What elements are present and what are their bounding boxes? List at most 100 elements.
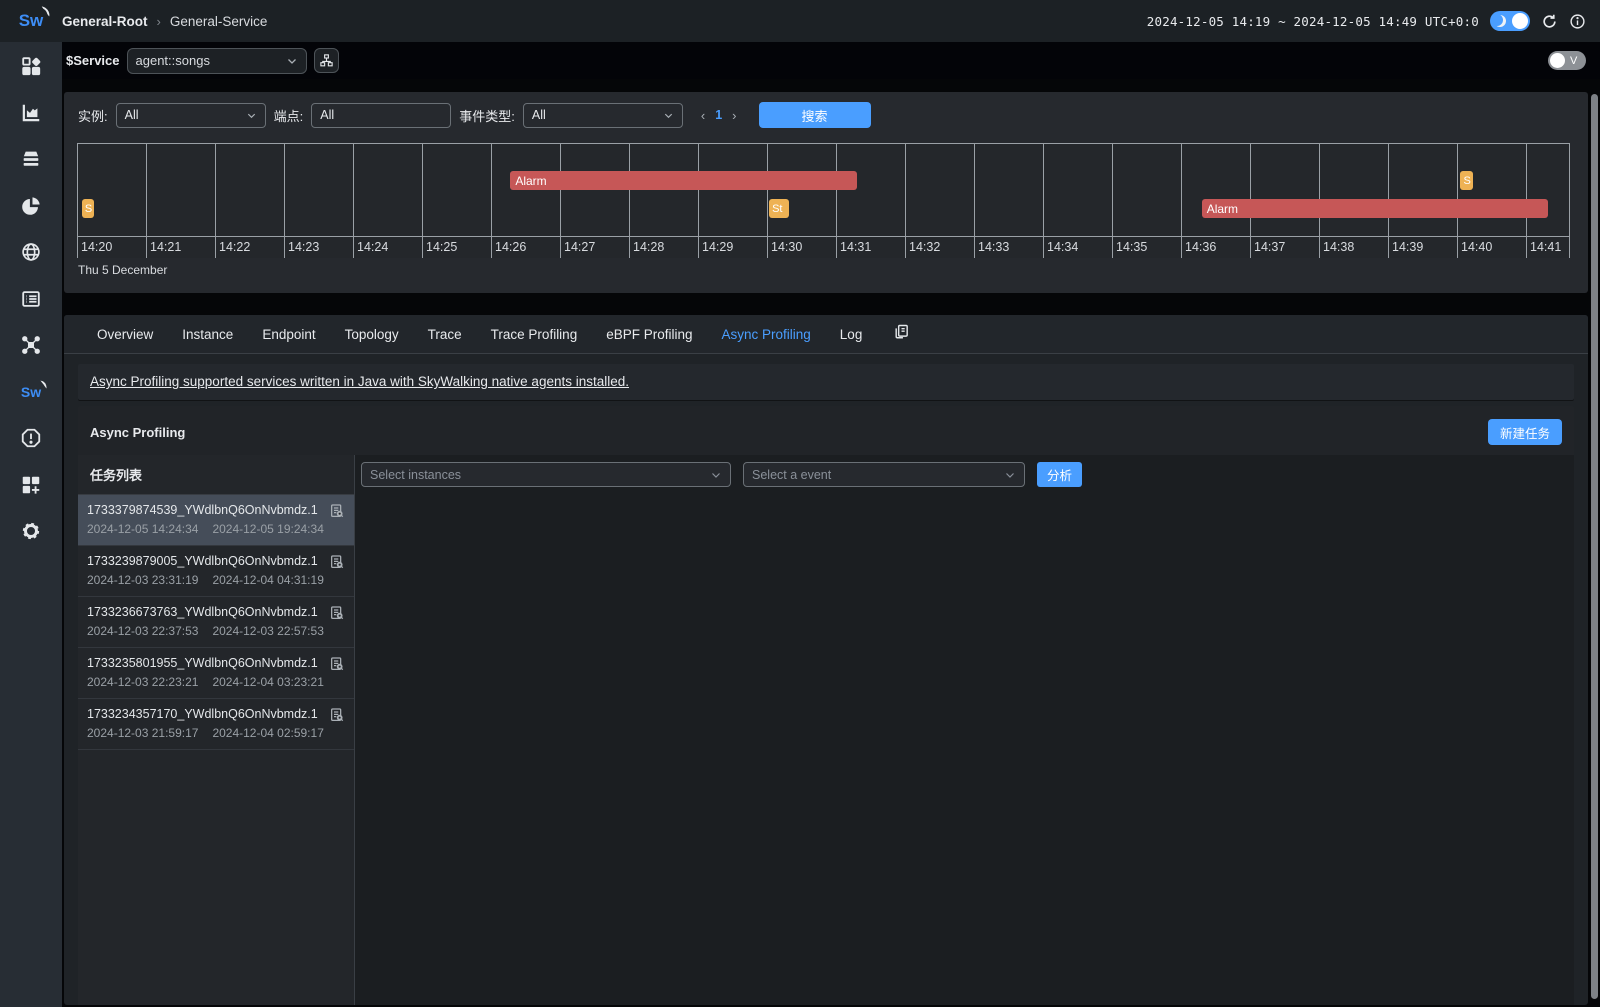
next-page-button[interactable]: › — [732, 108, 736, 123]
tabs-bar: Overview Instance Endpoint Topology Trace Tra… — [64, 315, 1588, 354]
axis-tick: 14:35 — [1116, 240, 1147, 254]
task-detail-icon[interactable] — [329, 707, 345, 728]
sidebar-item-database[interactable] — [0, 136, 62, 183]
event-type-filter-select[interactable]: All — [523, 103, 683, 128]
version-toggle-label: V — [1570, 55, 1577, 67]
sidebar-item-dashboard[interactable] — [0, 43, 62, 90]
info-icon[interactable] — [1569, 13, 1586, 30]
search-button[interactable]: 搜索 — [759, 102, 871, 128]
task-detail-icon[interactable] — [329, 503, 345, 524]
task-id: 1733239879005_YWdlbnQ6OnNvbmdz.1 — [87, 554, 345, 568]
event-type-filter-label: 事件类型: — [459, 106, 515, 125]
axis-tick: 14:28 — [633, 240, 664, 254]
async-profiling-doc-link[interactable]: Async Profiling supported services writt… — [90, 374, 629, 389]
task-id: 1733236673763_YWdlbnQ6OnNvbmdz.1 — [87, 605, 345, 619]
breadcrumb-service[interactable]: General-Service — [170, 14, 268, 29]
vertical-scrollbar[interactable] — [1591, 94, 1598, 999]
tab-overview[interactable]: Overview — [97, 327, 153, 342]
time-range-picker[interactable]: 2024-12-05 14:19 ~ 2024-12-05 14:49 UTC+… — [1147, 14, 1479, 29]
task-list-column: 任务列表 1733379874539_YWdlbnQ6OnNvbmdz.1202… — [78, 455, 355, 1005]
panel-title: Async Profiling — [90, 425, 185, 440]
logo-swoosh — [41, 6, 51, 16]
breadcrumb: General-Root › General-Service — [62, 14, 267, 29]
refresh-icon[interactable] — [1541, 13, 1558, 30]
task-list-item[interactable]: 1733236673763_YWdlbnQ6OnNvbmdz.12024-12-… — [78, 597, 354, 648]
version-toggle[interactable]: V — [1548, 51, 1586, 70]
tab-log[interactable]: Log — [840, 327, 863, 342]
chevron-down-icon — [710, 469, 722, 481]
async-profiling-panel: Async Profiling 新建任务 任务列表 1733379874539_… — [78, 406, 1574, 1005]
event-badge[interactable]: St — [769, 199, 789, 218]
copy-dashboard-icon[interactable] — [893, 323, 910, 345]
task-id: 1733234357170_YWdlbnQ6OnNvbmdz.1 — [87, 707, 345, 721]
axis-tick: 14:34 — [1047, 240, 1078, 254]
axis-tick: 14:29 — [702, 240, 733, 254]
axis-tick: 14:38 — [1323, 240, 1354, 254]
tab-trace[interactable]: Trace — [428, 327, 462, 342]
axis-tick: 14:27 — [564, 240, 595, 254]
task-list-item[interactable]: 1733234357170_YWdlbnQ6OnNvbmdz.1 2024-12-… — [78, 699, 354, 750]
service-select[interactable]: agent::songs — [127, 48, 307, 74]
task-list-item[interactable]: 1733239879005_YWdlbnQ6OnNvbmdz.12024-12-… — [78, 546, 354, 597]
org-chart-icon — [319, 53, 334, 68]
event-badge[interactable]: S — [1460, 171, 1472, 190]
event-badge[interactable]: S — [82, 199, 94, 218]
sidebar-item-log-list[interactable] — [0, 276, 62, 323]
breadcrumb-root[interactable]: General-Root — [62, 14, 148, 29]
chevron-down-icon — [1004, 469, 1016, 481]
sidebar-item-topology[interactable] — [0, 322, 62, 369]
app-logo[interactable]: Sw — [0, 11, 62, 31]
async-profiling-doc-banner: Async Profiling supported services writt… — [78, 364, 1574, 400]
dark-mode-toggle[interactable] — [1490, 11, 1530, 31]
axis-tick: 14:23 — [288, 240, 319, 254]
sidebar-item-settings[interactable] — [0, 508, 62, 555]
sidebar-nav: Sw — [0, 42, 62, 1007]
tab-instance[interactable]: Instance — [182, 327, 233, 342]
axis-tick: 14:25 — [426, 240, 457, 254]
tab-async-profiling[interactable]: Async Profiling — [722, 327, 811, 342]
task-detail-icon[interactable] — [329, 656, 345, 677]
axis-tick: 14:21 — [150, 240, 181, 254]
analyze-button[interactable]: 分析 — [1037, 462, 1082, 487]
events-timeline: SAlarmStAlarmS 14:2014:2114:2214:2314:24… — [77, 143, 1574, 280]
endpoint-filter-label: 端点: — [274, 106, 304, 125]
axis-tick: 14:37 — [1254, 240, 1285, 254]
timeline-grid[interactable]: SAlarmStAlarmS 14:2014:2114:2214:2314:24… — [77, 143, 1570, 258]
moon-icon — [1494, 15, 1506, 27]
endpoint-filter-input[interactable]: All — [311, 103, 451, 128]
tab-endpoint[interactable]: Endpoint — [262, 327, 315, 342]
sidebar-item-widgets-add[interactable] — [0, 462, 62, 509]
task-list-item[interactable]: 1733235801955_YWdlbnQ6OnNvbmdz.12024-12-… — [78, 648, 354, 699]
task-detail-icon[interactable] — [329, 554, 345, 575]
tab-topology[interactable]: Topology — [345, 327, 399, 342]
new-task-button[interactable]: 新建任务 — [1488, 419, 1562, 445]
task-detail-icon[interactable] — [329, 605, 345, 626]
task-time-range: 2024-12-03 21:59:172024-12-04 02:59:17 — [87, 726, 345, 740]
alarm-bar[interactable]: Alarm — [1202, 199, 1548, 218]
analysis-area: Select instances Select a event 分析 — [355, 455, 1574, 1005]
events-card: 实例: All 端点: All 事件类型: All ‹ 1 › 搜索 — [64, 92, 1588, 293]
select-event-dropdown[interactable]: Select a event — [743, 462, 1025, 487]
instance-filter-select[interactable]: All — [116, 103, 266, 128]
alarm-bar[interactable]: Alarm — [510, 171, 856, 190]
service-selector-bar: $Service agent::songs V — [62, 42, 1600, 79]
sidebar-item-skywalking[interactable]: Sw — [0, 369, 62, 416]
select-instances-dropdown[interactable]: Select instances — [361, 462, 731, 487]
axis-tick: 14:24 — [357, 240, 388, 254]
axis-tick: 14:33 — [978, 240, 1009, 254]
axis-tick: 14:26 — [495, 240, 526, 254]
axis-tick: 14:22 — [219, 240, 250, 254]
sidebar-item-metrics[interactable] — [0, 90, 62, 137]
top-bar: Sw General-Root › General-Service 2024-1… — [0, 0, 1600, 42]
service-label: $Service — [66, 53, 120, 68]
task-time-range: 2024-12-03 22:23:212024-12-04 03:23:21 — [87, 675, 345, 689]
task-list-item[interactable]: 1733379874539_YWdlbnQ6OnNvbmdz.12024-12-… — [78, 495, 354, 546]
prev-page-button[interactable]: ‹ — [701, 108, 705, 123]
sidebar-item-globe[interactable] — [0, 229, 62, 276]
sidebar-item-alerts[interactable] — [0, 415, 62, 462]
tab-trace-profiling[interactable]: Trace Profiling — [491, 327, 578, 342]
service-topology-button[interactable] — [314, 48, 339, 73]
sidebar-item-pie-analytics[interactable] — [0, 183, 62, 230]
chevron-down-icon — [246, 110, 257, 121]
tab-ebpf-profiling[interactable]: eBPF Profiling — [606, 327, 692, 342]
